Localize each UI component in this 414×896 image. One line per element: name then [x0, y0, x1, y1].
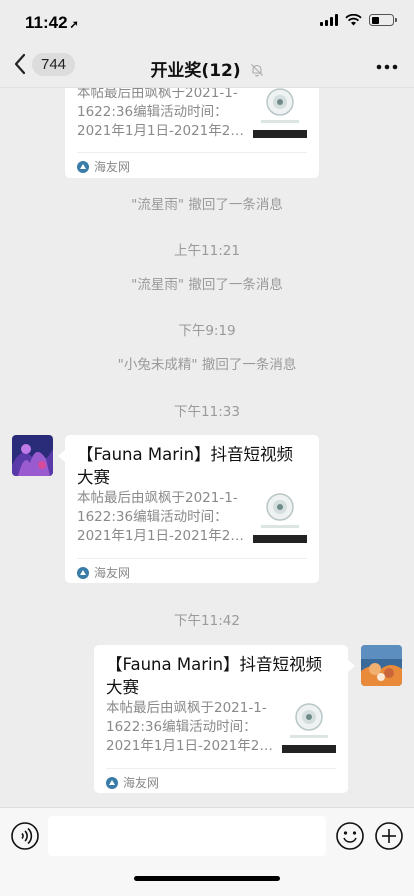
chat-title-text: 开业奖(12)	[150, 61, 241, 81]
card-source-label: 海友网	[94, 160, 131, 174]
plus-circle-icon[interactable]	[374, 821, 404, 851]
home-indicator	[134, 876, 280, 881]
card-divider	[106, 768, 336, 769]
recall-notice: "流星雨" 撤回了一条消息	[131, 197, 283, 213]
card-divider	[77, 152, 307, 153]
timestamp: 上午11:21	[174, 243, 240, 259]
emoji-icon[interactable]	[335, 821, 365, 851]
card-divider	[77, 558, 307, 559]
source-logo-icon	[77, 566, 89, 579]
source-logo-icon	[106, 776, 118, 789]
sender-avatar[interactable]	[12, 435, 53, 476]
clock-text: 11:42	[25, 13, 68, 32]
card-title: 【Fauna Marin】抖音短视频大赛	[77, 445, 294, 487]
location-arrow-icon: ➚	[69, 19, 79, 31]
card-description: 本帖最后由飒枫于2021-1- 1622:36编辑活动时间： 2021年1月1日…	[77, 490, 244, 544]
link-card-left[interactable]: 【Fauna Marin】抖音短视频大赛 本帖最后由飒枫于2021-1- 162…	[65, 435, 319, 583]
wifi-icon	[345, 14, 362, 26]
voice-icon[interactable]	[10, 821, 40, 851]
card-source-label: 海友网	[123, 776, 160, 790]
battery-icon	[369, 14, 397, 26]
recall-notice: "流星雨" 撤回了一条消息	[131, 277, 283, 293]
chat-messages[interactable]: 本帖最后由飒枫于2021-1- 1622:36编辑活动时间： 2021年1月1日…	[0, 88, 414, 807]
recall-notice: "小兔未成精" 撤回了一条消息	[117, 357, 297, 373]
timestamp: 下午9:19	[178, 323, 236, 339]
status-time: 11:42 ➚	[25, 13, 79, 33]
link-card-right[interactable]: 【Fauna Marin】抖音短视频大赛 本帖最后由飒枫于2021-1- 162…	[94, 645, 348, 793]
card-source-label: 海友网	[94, 566, 131, 580]
cellular-signal-icon	[320, 14, 338, 26]
bubble-tail	[348, 660, 355, 672]
source-logo-icon	[77, 160, 89, 173]
card-thumbnail-image	[253, 88, 307, 138]
chat-title: 开业奖(12)	[0, 56, 414, 81]
card-title: 【Fauna Marin】抖音短视频大赛	[106, 655, 323, 697]
card-description: 本帖最后由飒枫于2021-1- 1622:36编辑活动时间： 2021年1月1日…	[77, 88, 244, 139]
more-dots-icon[interactable]	[374, 57, 400, 77]
card-thumbnail-image	[282, 699, 336, 753]
nav-bar: 744 开业奖(12)	[0, 48, 414, 88]
my-avatar[interactable]	[361, 645, 402, 686]
message-input[interactable]	[48, 816, 326, 856]
timestamp: 下午11:42	[174, 613, 240, 629]
card-description: 本帖最后由飒枫于2021-1- 1622:36编辑活动时间： 2021年1月1日…	[106, 700, 273, 754]
card-source: 海友网	[77, 564, 130, 581]
status-bar: 11:42 ➚	[0, 0, 414, 48]
bubble-tail	[58, 450, 65, 462]
status-icons	[320, 14, 397, 26]
input-bar	[0, 807, 414, 896]
card-source: 海友网	[106, 774, 159, 791]
card-source: 海友网	[77, 158, 130, 175]
card-thumbnail-image	[253, 489, 307, 543]
link-card-top[interactable]: 本帖最后由飒枫于2021-1- 1622:36编辑活动时间： 2021年1月1日…	[65, 88, 319, 178]
bell-off-icon	[250, 64, 263, 77]
timestamp: 下午11:33	[174, 404, 240, 420]
